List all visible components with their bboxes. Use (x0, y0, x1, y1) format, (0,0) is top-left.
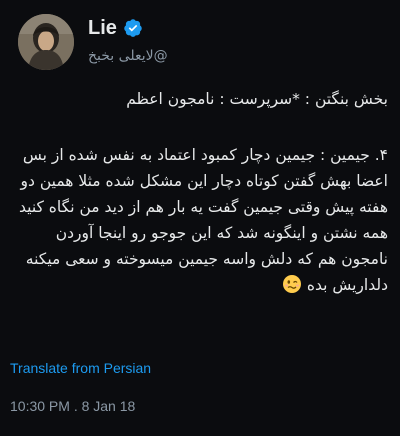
avatar[interactable] (18, 14, 74, 70)
name-row: Lie (88, 16, 168, 40)
translate-link[interactable]: Translate from Persian (10, 360, 151, 376)
author-names: Lie @لایعلی بخبخ (88, 16, 168, 65)
tweet-text: بخش بنگتن : *سرپرست : نامجون اعظم ۴. جیم… (10, 86, 388, 298)
woozy-face-emoji-icon (282, 275, 301, 293)
tweet-card: Lie @لایعلی بخبخ بخش بنگتن : *سرپرست : ن… (0, 0, 400, 436)
tweet-paragraph-2: ۴. جیمین : جیمین دچار کمبود اعتماد به نف… (10, 142, 388, 298)
profile-avatar-image (18, 14, 74, 70)
tweet-line-1: بخش بنگتن : *سرپرست : نامجون اعظم (126, 90, 388, 108)
tweet-timestamp[interactable]: 10:30 PM . 8 Jan 18 (10, 398, 135, 414)
user-handle[interactable]: @لایعلی بخبخ (88, 48, 168, 64)
tweet-paragraph-2-text: ۴. جیمین : جیمین دچار کمبود اعتماد به نف… (19, 146, 388, 294)
tweet-header: Lie @لایعلی بخبخ (18, 14, 388, 70)
verified-badge-icon (124, 19, 142, 37)
display-name[interactable]: Lie (88, 17, 117, 40)
